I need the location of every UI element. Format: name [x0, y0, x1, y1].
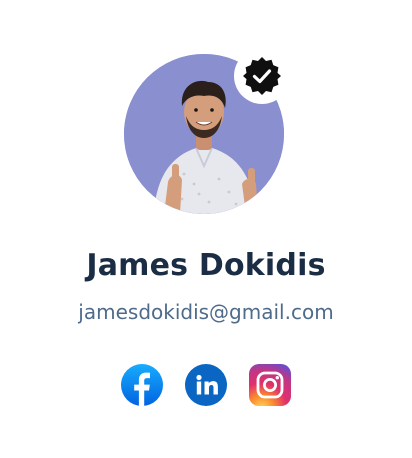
profile-email: jamesdokidis@gmail.com — [78, 300, 334, 324]
profile-card: James Dokidis jamesdokidis@gmail.com — [0, 0, 412, 458]
social-links — [0, 364, 412, 406]
linkedin-link[interactable] — [185, 364, 227, 406]
avatar-container — [124, 48, 290, 214]
verified-check-icon — [243, 57, 281, 95]
facebook-icon — [121, 364, 163, 406]
facebook-link[interactable] — [121, 364, 163, 406]
linkedin-icon — [185, 364, 227, 406]
instagram-icon — [249, 364, 291, 406]
instagram-link[interactable] — [249, 364, 291, 406]
profile-name: James Dokidis — [86, 248, 326, 283]
verified-badge — [234, 48, 290, 104]
